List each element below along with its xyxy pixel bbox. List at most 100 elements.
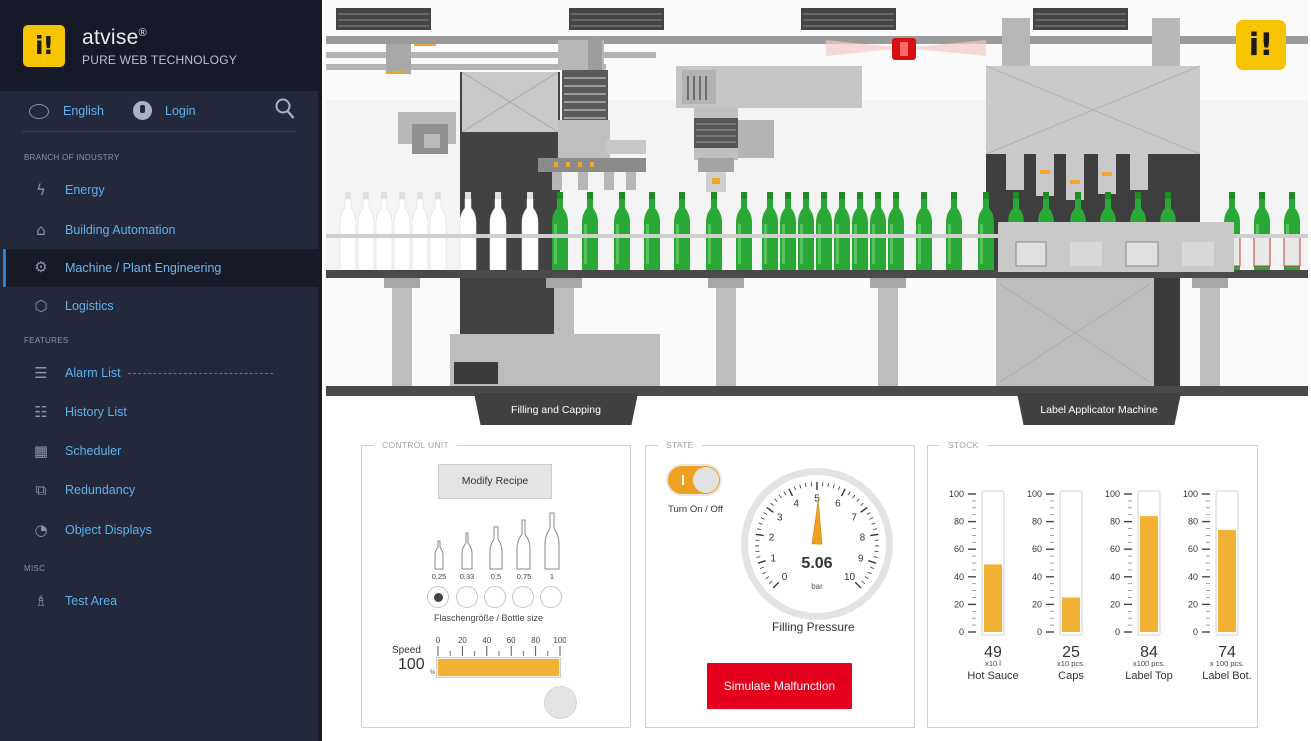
- production-line-scene: i!: [326, 0, 1308, 400]
- sidebar-item-label: Building Automation: [65, 223, 176, 237]
- stock-axis-label: 0: [959, 627, 964, 637]
- speed-unit: %: [430, 670, 436, 676]
- station-label-filling: Filling and Capping: [474, 393, 638, 425]
- bottle-size-radio-1[interactable]: [540, 586, 562, 608]
- house-icon: ⌂: [36, 221, 46, 239]
- stock-unit: x 100 pcs.: [1210, 659, 1244, 668]
- bottle-size-label: 0,25: [431, 572, 447, 581]
- stock-axis-label: 0: [1193, 627, 1198, 637]
- search-icon[interactable]: [275, 98, 295, 120]
- login-link[interactable]: Login: [165, 104, 196, 118]
- pressure-gauge: 01 234 5 678 910 5.06 bar: [741, 468, 893, 620]
- gears-icon: ⚙: [34, 258, 48, 276]
- section-misc: MISC: [24, 564, 46, 573]
- pressure-unit: bar: [811, 582, 823, 591]
- speed-slider[interactable]: [436, 657, 561, 678]
- sidebar-item-label: Alarm List: [65, 366, 121, 380]
- gauge-tick-label: 10: [844, 572, 856, 583]
- bottle-size-radio-0-33[interactable]: [456, 586, 478, 608]
- sidebar-item-redundancy[interactable]: ⧉ Redundancy: [3, 472, 318, 508]
- bottle-size-radio-0-75[interactable]: [512, 586, 534, 608]
- speed-tick-label: 40: [482, 636, 491, 645]
- speed-tick-label: 100: [553, 636, 566, 645]
- speech-bubble-icon[interactable]: [29, 104, 49, 119]
- sidebar-item-building-automation[interactable]: ⌂ Building Automation: [3, 212, 318, 248]
- gauge-tick-label: 9: [858, 554, 864, 565]
- speed-label: Speed: [392, 645, 421, 656]
- stock-axis-label: 80: [954, 517, 964, 527]
- sidebar-item-label: Redundancy: [65, 483, 136, 497]
- stock-level-meters: 10080604020049x10 lHot Sauce100806040200…: [949, 489, 1252, 682]
- language-link[interactable]: English: [63, 104, 104, 118]
- stock-unit: x10 l: [985, 659, 1001, 668]
- brand-header: i! atvise® PURE WEB TECHNOLOGY: [0, 0, 318, 91]
- production-line-graphic: [326, 0, 1308, 400]
- stock-axis-label: 80: [1110, 517, 1120, 527]
- stock-unit: x100 pcs.: [1133, 659, 1165, 668]
- gauge-icon: ◔: [34, 521, 48, 539]
- stock-axis-label: 0: [1037, 627, 1042, 637]
- speed-slider-fill: [438, 659, 559, 676]
- stock-axis-label: 100: [949, 489, 964, 499]
- panel-title: STATE: [658, 440, 702, 450]
- lightning-icon: ϟ: [36, 181, 46, 199]
- divider: [22, 131, 296, 132]
- stock-axis-label: 20: [1032, 599, 1042, 609]
- sidebar-item-logistics[interactable]: ⬡ Logistics: [3, 288, 318, 324]
- stock-panel: STOCK 100 80 60 40 20 0 49 x10 l Hot Sauce 100 80 6…: [927, 440, 1258, 728]
- sidebar-item-alarm-list[interactable]: ☰ Alarm List: [3, 355, 318, 391]
- power-toggle-label: Turn On / Off: [668, 504, 723, 515]
- sidebar-item-machine-plant-engineering[interactable]: ⚙ Machine / Plant Engineering: [3, 249, 318, 287]
- stock-level-fill: [984, 564, 1002, 632]
- gauge-tick-label: 7: [851, 512, 857, 523]
- sidebar-item-label: Test Area: [65, 594, 118, 608]
- sidebar-item-scheduler[interactable]: ▦ Scheduler: [3, 433, 318, 469]
- atvise-logo[interactable]: i!: [23, 25, 65, 67]
- stock-unit: x10 pcs.: [1057, 659, 1085, 668]
- toggle-on-mark: [682, 475, 684, 485]
- stock-meter-label-bot: 10080604020074x 100 pcs.Label Bot.: [1183, 489, 1252, 682]
- stock-name: Caps: [1058, 670, 1084, 682]
- panel-title: CONTROL UNIT: [374, 440, 458, 450]
- sidebar-item-test-area[interactable]: ♗ Test Area: [3, 583, 318, 619]
- sidebar-item-label: Logistics: [65, 299, 114, 313]
- gauge-tick-label: 4: [793, 499, 799, 510]
- gauge-tick-label: 2: [769, 532, 775, 543]
- speed-knob[interactable]: [544, 686, 577, 719]
- stock-axis-label: 40: [1110, 572, 1120, 582]
- power-toggle[interactable]: [666, 464, 722, 496]
- bottle-size-radio-0-25[interactable]: [427, 586, 449, 608]
- stock-axis-label: 100: [1183, 489, 1198, 499]
- toggle-knob: [693, 467, 719, 493]
- brand-tagline: PURE WEB TECHNOLOGY: [82, 53, 237, 67]
- stock-axis-label: 60: [1032, 544, 1042, 554]
- pressure-value: 5.06: [801, 555, 832, 572]
- modify-recipe-button[interactable]: Modify Recipe: [438, 464, 552, 499]
- user-icon[interactable]: [133, 101, 152, 120]
- stock-axis-label: 80: [1188, 517, 1198, 527]
- stock-meter-caps: 10080604020025x10 pcs.Caps: [1027, 489, 1085, 682]
- bottle-size-label: 1: [549, 572, 555, 581]
- speed-tick-label: 20: [458, 636, 467, 645]
- bottle-size-radio-0-5[interactable]: [484, 586, 506, 608]
- bottle-size-label: 0,75: [516, 572, 532, 581]
- stock-axis-label: 100: [1105, 489, 1120, 499]
- simulate-malfunction-button[interactable]: Simulate Malfunction: [707, 663, 852, 709]
- stock-level-fill: [1218, 529, 1236, 632]
- sidebar-item-energy[interactable]: ϟ Energy: [3, 172, 318, 208]
- gauge-tick-label: 6: [835, 499, 841, 510]
- section-features: FEATURES: [24, 336, 69, 345]
- sidebar-item-label: History List: [65, 405, 127, 419]
- speed-tick-label: 0: [436, 636, 441, 645]
- speed-value: 100: [398, 656, 425, 673]
- atvise-logo-small[interactable]: i!: [1236, 20, 1286, 70]
- sidebar-item-label: Machine / Plant Engineering: [65, 261, 222, 275]
- gauge-tick-label: 3: [777, 512, 783, 523]
- gauge-tick-label: 8: [860, 532, 866, 543]
- stock-axis-label: 40: [1188, 572, 1198, 582]
- sidebar-item-history-list[interactable]: ☷ History List: [3, 394, 318, 430]
- stock-axis-label: 80: [1032, 517, 1042, 527]
- stock-axis-label: 60: [1188, 544, 1198, 554]
- alarm-list-icon: ☰: [34, 364, 48, 382]
- sidebar-item-object-displays[interactable]: ◔ Object Displays: [3, 512, 318, 548]
